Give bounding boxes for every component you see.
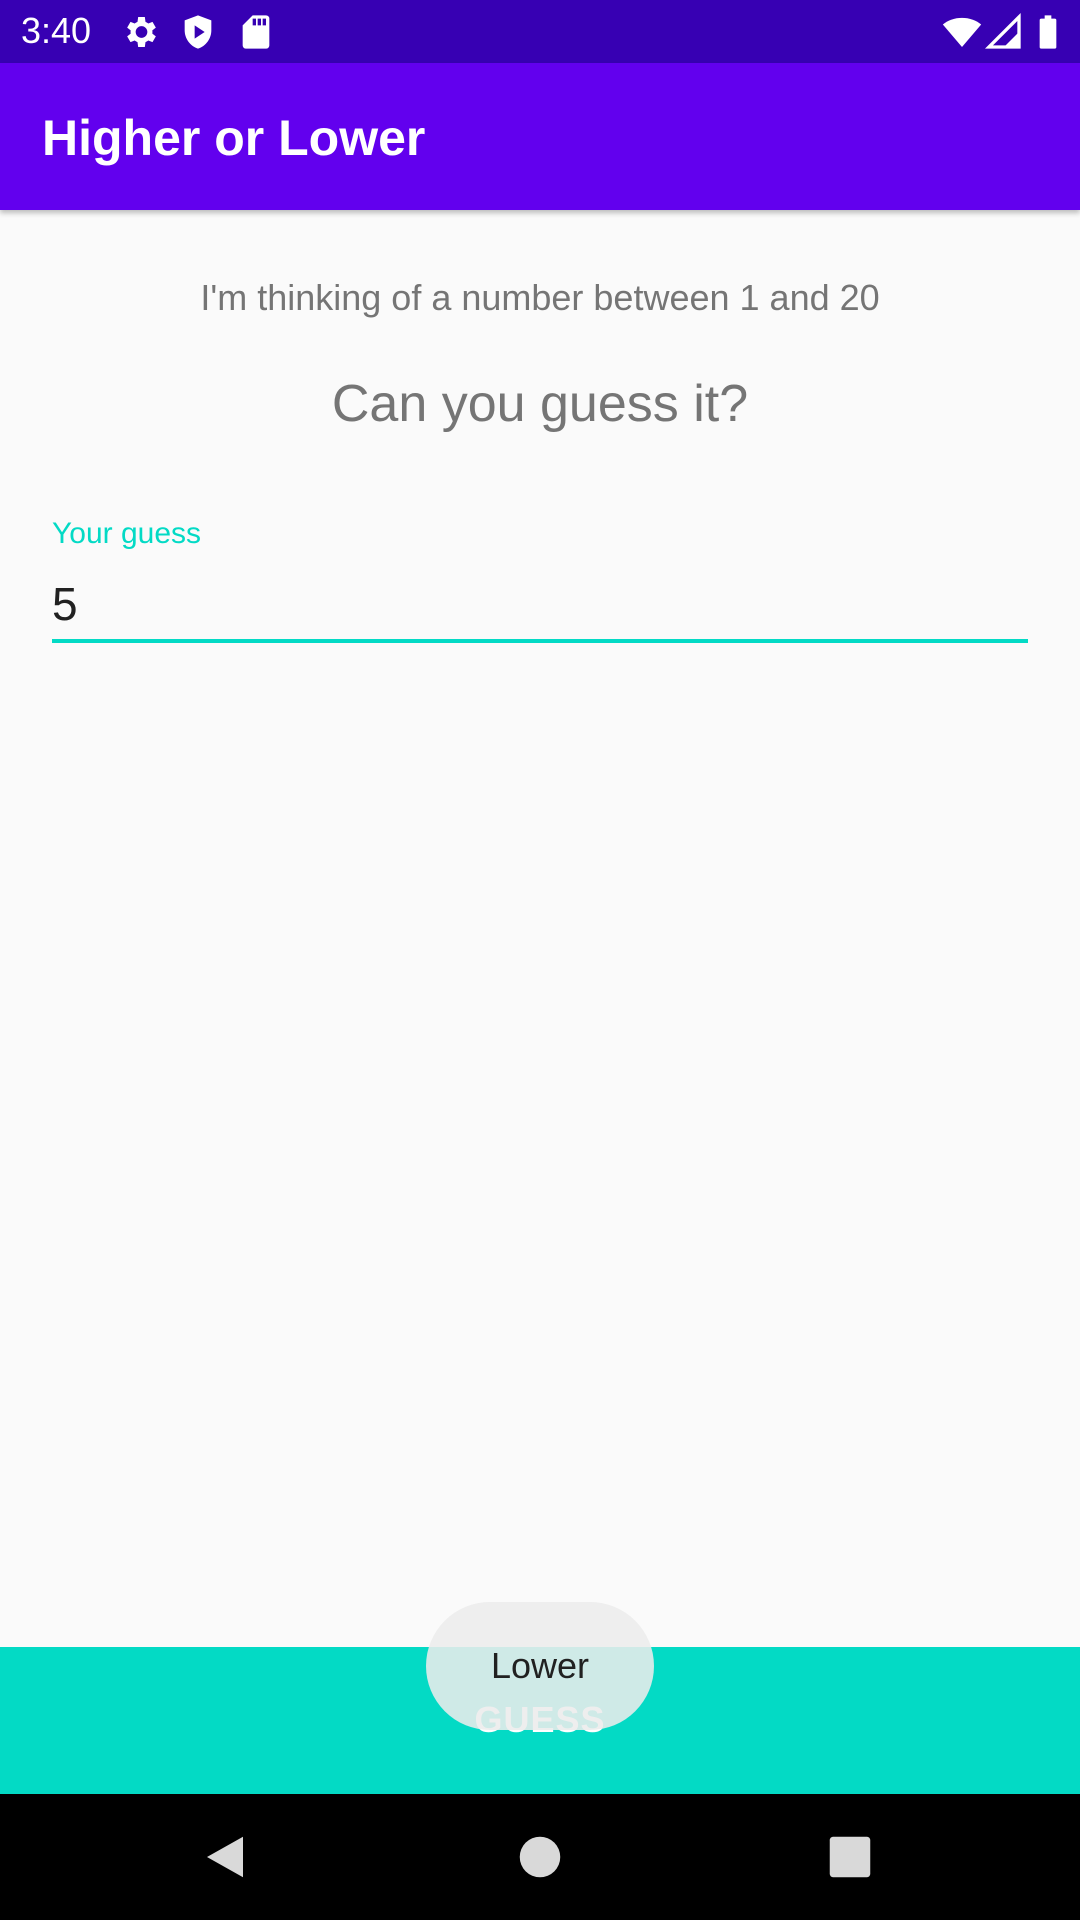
back-icon[interactable] <box>198 1830 252 1884</box>
guess-field-label: Your guess <box>52 517 202 550</box>
shield-icon <box>184 15 212 49</box>
recents-icon[interactable] <box>823 1830 877 1884</box>
app-bar: Higher or Lower <box>0 63 1080 210</box>
prompt-text: Can you guess it? <box>331 375 749 433</box>
status-time: 3:40 <box>21 10 92 51</box>
battery-icon <box>1039 15 1057 49</box>
app-title: Higher or Lower <box>42 110 426 166</box>
intro-text: I'm thinking of a number between 1 and 2… <box>200 277 880 318</box>
screen: 3:40 Higher or Lower I'm thinking of a n… <box>0 0 1080 1920</box>
guess-input[interactable] <box>52 572 1028 636</box>
gear-icon <box>127 17 156 47</box>
toast-message: Lower <box>426 1602 654 1730</box>
status-bar: 3:40 <box>0 0 1080 63</box>
home-icon[interactable] <box>513 1830 567 1884</box>
sd-card-icon <box>242 15 270 49</box>
wifi-icon <box>942 17 982 47</box>
nav-bar <box>0 1794 1080 1920</box>
signal-icon <box>984 12 1021 49</box>
guess-input-underline <box>52 639 1028 643</box>
